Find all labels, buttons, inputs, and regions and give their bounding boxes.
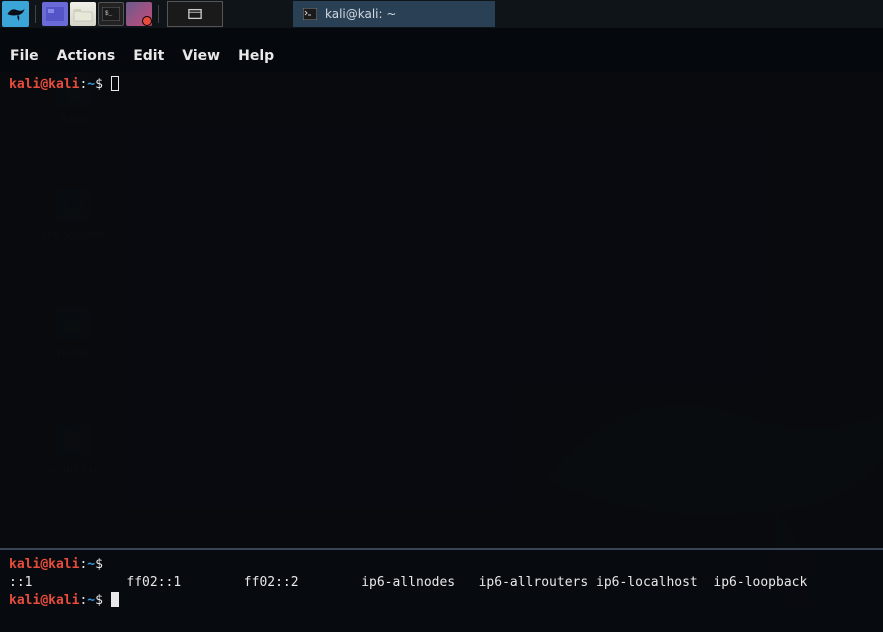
terminal-pane-bottom[interactable]: kali@kali:~$ ::1 ff02::1 ff02::2 ip6-all…: [0, 550, 883, 632]
menu-file[interactable]: File: [10, 48, 39, 64]
menu-actions[interactable]: Actions: [57, 48, 116, 64]
prompt-at: @: [40, 557, 48, 572]
prompt-host: kali: [48, 593, 79, 608]
prompt-line: kali@kali:~$: [9, 76, 874, 94]
terminal-icon: [303, 8, 317, 20]
kali-menu-button[interactable]: [2, 1, 29, 27]
prompt-dollar: $: [95, 557, 103, 572]
terminal-icon: $_: [102, 7, 120, 21]
kali-dragon-icon: [5, 3, 27, 25]
prompt-path: ~: [87, 557, 95, 572]
prompt-user: kali: [9, 77, 40, 92]
window-rect-icon: [188, 8, 202, 20]
svg-text:$_: $_: [105, 10, 113, 17]
menu-view[interactable]: View: [182, 48, 220, 64]
window-switcher-button[interactable]: [167, 1, 223, 27]
taskbar: $_ kali@kali: ~: [0, 0, 883, 28]
prompt-at: @: [40, 77, 48, 92]
task-title: kali@kali: ~: [325, 7, 396, 21]
prompt-path: ~: [87, 77, 95, 92]
terminal-menu-bar: File Actions Edit View Help: [0, 28, 883, 72]
separator: [158, 5, 159, 23]
terminal-launcher-button[interactable]: $_: [98, 2, 124, 26]
menu-help[interactable]: Help: [238, 48, 274, 64]
prompt-user: kali: [9, 557, 40, 572]
output-line: ::1 ff02::1 ff02::2 ip6-allnodes ip6-all…: [9, 574, 874, 592]
prompt-host: kali: [48, 77, 79, 92]
taskbar-task-terminal[interactable]: kali@kali: ~: [293, 1, 495, 27]
terminal-pane-top[interactable]: kali@kali:~$: [0, 72, 883, 548]
prompt-line: kali@kali:~$: [9, 592, 874, 610]
prompt-user: kali: [9, 593, 40, 608]
terminal-window: File Actions Edit View Help kali@kali:~$…: [0, 28, 883, 632]
file-manager-button[interactable]: [70, 2, 96, 26]
prompt-dollar: $: [95, 77, 103, 92]
workspace-icon: [46, 7, 64, 21]
prompt-line: kali@kali:~$: [9, 556, 874, 574]
app-notification-button[interactable]: [126, 2, 152, 26]
cursor: [111, 76, 119, 91]
menu-edit[interactable]: Edit: [133, 48, 164, 64]
prompt-dollar: $: [95, 593, 103, 608]
separator: [35, 5, 36, 23]
cursor: [111, 592, 119, 607]
prompt-path: ~: [87, 593, 95, 608]
prompt-host: kali: [48, 557, 79, 572]
desktop-workspace-icon[interactable]: [42, 2, 68, 26]
folder-icon: [73, 7, 93, 22]
prompt-at: @: [40, 593, 48, 608]
